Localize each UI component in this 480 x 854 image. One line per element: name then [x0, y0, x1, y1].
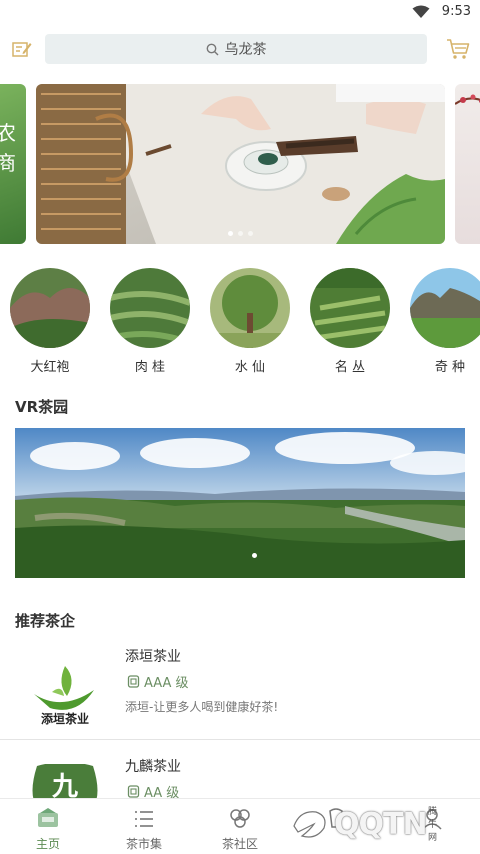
- category-list: 大红袍 肉 桂 水 仙 名 丛 奇 种: [0, 268, 480, 378]
- category-item[interactable]: 大红袍: [10, 268, 90, 375]
- status-time: 9:53: [441, 4, 471, 19]
- banner-indicator: [36, 231, 445, 236]
- search-placeholder: 乌龙茶: [224, 42, 267, 58]
- badge-icon: [127, 785, 140, 798]
- banner-left-text: 农 商: [0, 121, 16, 175]
- category-label: 水 仙: [234, 360, 266, 375]
- search-icon: [206, 43, 218, 55]
- tab-community[interactable]: 茶社区: [192, 799, 288, 854]
- tab-label: 茶市集: [125, 837, 162, 851]
- category-item[interactable]: 水 仙: [210, 268, 290, 375]
- company-grade-text: AAA 级: [144, 676, 189, 691]
- banner-prev[interactable]: 农 商: [0, 84, 26, 244]
- category-image: [10, 268, 90, 348]
- watermark-logo-icon: [293, 811, 326, 838]
- company-logo: 添垣茶业: [22, 654, 108, 740]
- watermark-text: QQTN: [334, 806, 428, 842]
- badge-icon: [127, 675, 140, 688]
- flower-image: [455, 94, 480, 105]
- tab-home[interactable]: 主页: [0, 799, 96, 854]
- edit-icon[interactable]: [10, 38, 32, 60]
- header: 乌龙茶: [0, 26, 480, 72]
- home-icon: [38, 808, 58, 827]
- banner-dot: [228, 231, 233, 236]
- category-image: [110, 268, 190, 348]
- banner-main[interactable]: [36, 84, 445, 244]
- search-input[interactable]: 乌龙茶: [45, 34, 427, 64]
- category-item[interactable]: 奇 种: [410, 268, 480, 375]
- recommend-section-title: 推荐茶企: [15, 612, 76, 630]
- banner-dot: [238, 231, 243, 236]
- category-label: 肉 桂: [134, 360, 166, 375]
- category-image: [410, 268, 480, 348]
- wifi-icon: [412, 5, 430, 18]
- category-label: 奇 种: [434, 360, 466, 375]
- tab-label: 茶社区: [221, 837, 258, 851]
- company-name: 添垣茶业: [125, 649, 181, 665]
- tab-label: 主页: [35, 837, 60, 851]
- cart-icon[interactable]: [446, 38, 470, 60]
- tab-market[interactable]: 茶市集: [96, 799, 192, 854]
- vr-section-title: VR茶园: [15, 398, 69, 416]
- company-item[interactable]: 添垣茶业 添垣茶业 AAA 级 添垣-让更多人喝到健康好茶!: [0, 646, 480, 754]
- company-grade: AAA 级: [127, 672, 189, 691]
- tea-ceremony-image: [36, 84, 445, 244]
- category-image: [310, 268, 390, 348]
- category-label: 名 丛: [334, 360, 366, 375]
- category-image: [210, 268, 290, 348]
- watermark: QQTN 腾牛网: [290, 806, 437, 843]
- company-name: 九麟茶业: [125, 759, 181, 775]
- category-item[interactable]: 肉 桂: [110, 268, 190, 375]
- banner-next[interactable]: [455, 84, 480, 244]
- company-logo-text: 添垣茶业: [40, 712, 89, 726]
- category-label: 大红袍: [30, 360, 70, 375]
- divider: [0, 739, 480, 740]
- vr-panorama[interactable]: [15, 428, 465, 578]
- community-icon: [230, 809, 250, 828]
- category-item[interactable]: 名 丛: [310, 268, 390, 375]
- banner-dot: [248, 231, 253, 236]
- vr-indicator-dot: [252, 553, 257, 558]
- status-bar: 9:53: [0, 0, 480, 26]
- list-icon: [135, 811, 153, 827]
- vr-landscape-image: [15, 428, 465, 578]
- company-description: 添垣-让更多人喝到健康好茶!: [125, 700, 279, 714]
- watermark-small-text: 腾牛网: [428, 807, 438, 843]
